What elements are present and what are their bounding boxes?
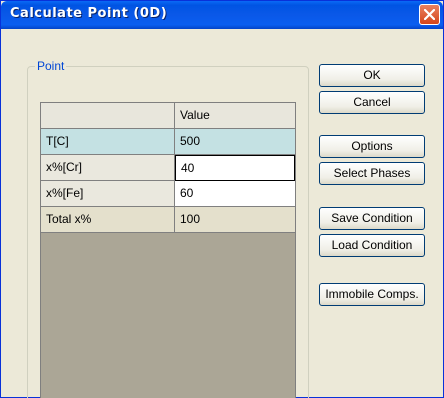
grid-row-cr: x%[Cr] 40 xyxy=(41,155,295,181)
close-icon xyxy=(424,9,435,20)
immobile-comps-button[interactable]: Immobile Comps. xyxy=(319,283,425,306)
select-phases-button[interactable]: Select Phases xyxy=(319,162,425,185)
grid-row-temperature: T[C] 500 xyxy=(41,129,295,155)
grid-row-total: Total x% 100 xyxy=(41,207,295,233)
cancel-button[interactable]: Cancel xyxy=(319,91,425,114)
grid-corner-cell xyxy=(41,103,175,129)
row-label-cr: x%[Cr] xyxy=(41,155,175,181)
close-button[interactable] xyxy=(419,4,440,25)
row-label-temperature: T[C] xyxy=(41,129,175,155)
row-label-fe: x%[Fe] xyxy=(41,181,175,207)
point-group-label: Point xyxy=(35,59,67,73)
total-value-cell: 100 xyxy=(175,207,295,233)
window-title: Calculate Point (0D) xyxy=(10,6,168,21)
save-condition-button[interactable]: Save Condition xyxy=(319,207,425,230)
temperature-value-cell[interactable]: 500 xyxy=(175,129,295,155)
dialog-body: Point Value T[C] 500 x%[Cr] 40 x%[Fe] 60 xyxy=(4,29,440,398)
load-condition-button[interactable]: Load Condition xyxy=(319,234,425,257)
title-bar[interactable]: Calculate Point (0D) xyxy=(1,1,443,29)
condition-grid: Value T[C] 500 x%[Cr] 40 x%[Fe] 60 Total… xyxy=(40,102,296,398)
cr-value-cell[interactable]: 40 xyxy=(175,155,295,181)
ok-button[interactable]: OK xyxy=(319,64,425,87)
fe-value-cell[interactable]: 60 xyxy=(175,181,295,207)
value-column-header: Value xyxy=(175,103,295,129)
options-button[interactable]: Options xyxy=(319,135,425,158)
grid-row-fe: x%[Fe] 60 xyxy=(41,181,295,207)
calculate-point-dialog: Calculate Point (0D) Point Value T[C] 50… xyxy=(0,0,444,398)
grid-header-row: Value xyxy=(41,103,295,129)
row-label-total: Total x% xyxy=(41,207,175,233)
point-groupbox: Point Value T[C] 500 x%[Cr] 40 x%[Fe] 60 xyxy=(27,59,309,398)
